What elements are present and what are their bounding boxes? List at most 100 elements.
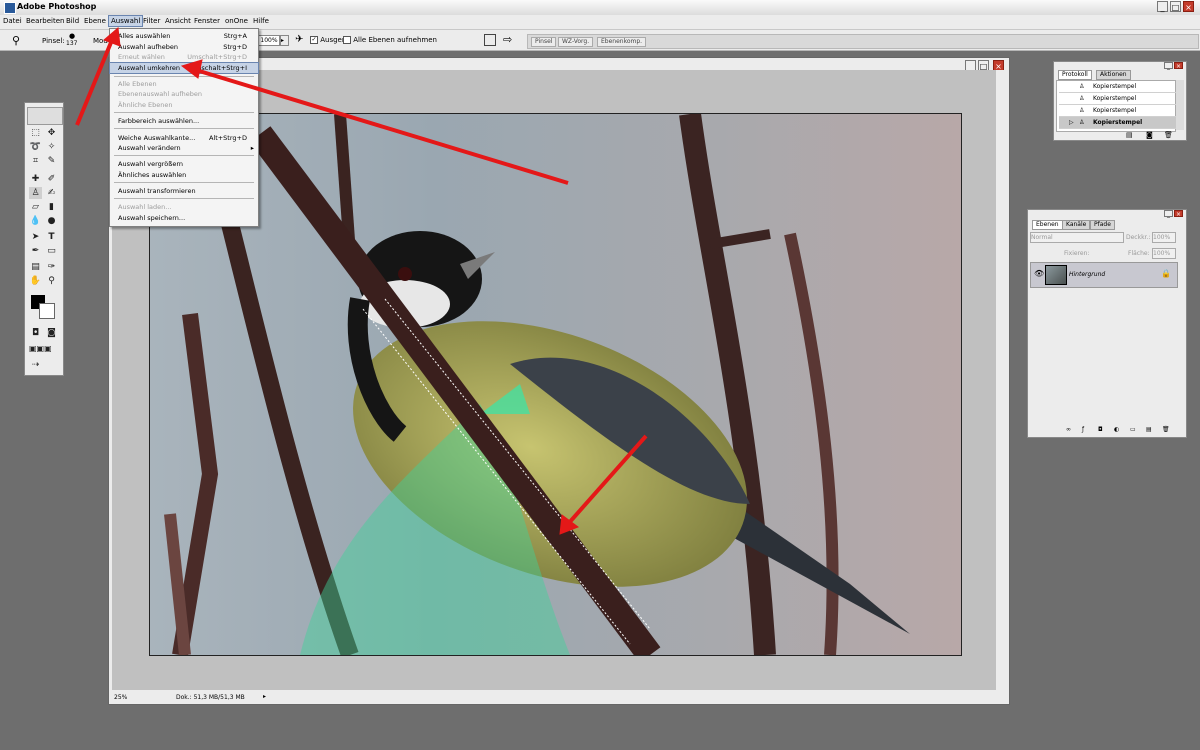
- lasso-tool-icon[interactable]: ➰: [29, 141, 42, 153]
- list-item[interactable]: ♙ Kopierstempel: [1059, 105, 1177, 117]
- magic-wand-icon[interactable]: ✧: [45, 141, 58, 153]
- status-arrow-icon[interactable]: ▸: [263, 693, 266, 700]
- all-layers-checkbox[interactable]: [343, 36, 351, 44]
- zoom-arrow-icon[interactable]: ▸: [280, 35, 289, 46]
- list-item[interactable]: ♙ Kopierstempel: [1059, 81, 1177, 93]
- background-color-swatch[interactable]: [39, 303, 55, 319]
- menu-fenster[interactable]: Fenster: [194, 17, 220, 25]
- notes-tool-icon[interactable]: ▤: [29, 261, 42, 273]
- tab-protokoll[interactable]: Protokoll: [1058, 70, 1092, 80]
- eyedropper-icon[interactable]: ✑: [45, 261, 58, 273]
- panel-minimize-icon[interactable]: _: [1164, 62, 1173, 70]
- list-item[interactable]: ▷ ♙ Kopierstempel: [1059, 117, 1177, 129]
- minimize-icon[interactable]: _: [1157, 1, 1168, 12]
- menu-item-auswahl-laden[interactable]: Auswahl laden...: [110, 202, 258, 212]
- bridge-icon[interactable]: ⇨: [503, 33, 512, 46]
- clone-stamp-tool-icon[interactable]: ♙: [29, 187, 42, 199]
- layer-style-icon[interactable]: ƒ: [1082, 426, 1084, 433]
- airbrush-icon[interactable]: ✈: [295, 34, 303, 45]
- menu-item-auswahl-umkehren[interactable]: Auswahl umkehren Umschalt+Strg+I: [109, 62, 259, 74]
- link-icon[interactable]: ∞: [1066, 426, 1071, 433]
- menu-item-erneut-waehlen[interactable]: Erneut wählen Umschalt+Strg+D: [110, 52, 258, 62]
- eraser-tool-icon[interactable]: ▱: [29, 201, 42, 213]
- menu-item-auswahl-aufheben[interactable]: Auswahl aufheben Strg+D: [110, 42, 258, 52]
- menu-ansicht[interactable]: Ansicht: [165, 17, 191, 25]
- marquee-tool-icon[interactable]: ⬚: [29, 127, 42, 139]
- layer-row[interactable]: 👁 Hintergrund 🔒: [1030, 262, 1178, 288]
- well-tab-pinsel[interactable]: Pinsel: [531, 37, 557, 47]
- menu-datei[interactable]: Datei: [3, 17, 22, 25]
- healing-brush-icon[interactable]: ✚: [29, 173, 42, 185]
- palette-toggle-icon[interactable]: [484, 34, 496, 46]
- maximize-icon[interactable]: □: [1170, 1, 1181, 12]
- menu-hilfe[interactable]: Hilfe: [253, 17, 269, 25]
- menu-item-alles-auswaehlen[interactable]: Alles auswählen Strg+A: [110, 31, 258, 41]
- menu-item-auswahl-transformieren[interactable]: Auswahl transformieren: [110, 186, 258, 196]
- tab-ebenen[interactable]: Ebenen: [1032, 220, 1063, 230]
- fill-field[interactable]: 100%: [1152, 248, 1176, 259]
- menu-item-ebenenauswahl-aufheben[interactable]: Ebenenauswahl aufheben: [110, 89, 258, 99]
- path-select-icon[interactable]: ➤: [29, 231, 42, 243]
- trash-icon[interactable]: 🗑: [1164, 131, 1173, 139]
- new-document-icon[interactable]: ▤: [1126, 131, 1133, 139]
- vertical-scrollbar[interactable]: [996, 70, 1006, 690]
- photo-canvas[interactable]: [149, 113, 962, 656]
- blend-mode-select[interactable]: Normal: [1030, 232, 1124, 243]
- well-tab-ebenenkomp[interactable]: Ebenenkomp.: [597, 37, 647, 47]
- jump-to-imageready-icon[interactable]: ⇢: [29, 359, 42, 371]
- tab-pfade[interactable]: Pfade: [1090, 220, 1115, 230]
- brush-tool-icon[interactable]: ✐: [45, 173, 58, 185]
- panel-close-icon[interactable]: ×: [1174, 62, 1183, 70]
- mask-icon[interactable]: ◘: [1098, 426, 1103, 433]
- clone-stamp-icon[interactable]: ⚲: [12, 34, 20, 47]
- menu-auswahl[interactable]: Auswahl: [108, 15, 144, 27]
- menu-bild[interactable]: Bild: [66, 17, 79, 25]
- opacity-field[interactable]: 100%: [1152, 232, 1176, 243]
- panel-close-icon[interactable]: ×: [1174, 210, 1183, 218]
- new-layer-icon[interactable]: ▤: [1146, 426, 1152, 433]
- menu-ebene[interactable]: Ebene: [84, 17, 106, 25]
- menu-item-farbbereich[interactable]: Farbbereich auswählen...: [110, 116, 258, 126]
- screen-mode-icon[interactable]: ▣▣▣: [29, 343, 52, 355]
- brush-preview-icon[interactable]: ●: [69, 32, 75, 40]
- zoom-field[interactable]: 100%: [258, 35, 280, 46]
- crop-tool-icon[interactable]: ⌗: [29, 155, 42, 167]
- standard-mode-icon[interactable]: ◘: [29, 327, 42, 339]
- aligned-checkbox[interactable]: ✓: [310, 36, 318, 44]
- history-scrollbar[interactable]: [1176, 80, 1184, 130]
- hand-tool-icon[interactable]: ✋: [29, 275, 42, 287]
- tab-aktionen[interactable]: Aktionen: [1096, 70, 1131, 80]
- type-tool-icon[interactable]: T: [45, 231, 58, 243]
- menu-item-alle-ebenen[interactable]: Alle Ebenen: [110, 79, 258, 89]
- pen-tool-icon[interactable]: ✒: [29, 245, 42, 257]
- gradient-tool-icon[interactable]: ▮: [45, 201, 58, 213]
- horizontal-scrollbar[interactable]: [270, 692, 996, 702]
- history-brush-icon[interactable]: ✍: [45, 187, 58, 199]
- trash-icon[interactable]: 🗑: [1162, 426, 1170, 433]
- adjustment-icon[interactable]: ◐: [1114, 426, 1119, 433]
- menu-item-aehnliche-ebenen[interactable]: Ähnliche Ebenen: [110, 100, 258, 110]
- menu-item-auswahl-speichern[interactable]: Auswahl speichern...: [110, 213, 258, 223]
- group-icon[interactable]: ▭: [1130, 426, 1136, 433]
- shape-tool-icon[interactable]: ▭: [45, 245, 58, 257]
- zoom-tool-icon[interactable]: ⚲: [45, 275, 58, 287]
- menu-item-auswahl-vergroessern[interactable]: Auswahl vergrößern: [110, 159, 258, 169]
- menu-bearbeiten[interactable]: Bearbeiten: [26, 17, 64, 25]
- dodge-tool-icon[interactable]: ●: [45, 215, 58, 227]
- list-item[interactable]: ♙ Kopierstempel: [1059, 93, 1177, 105]
- close-icon[interactable]: ×: [1183, 1, 1194, 12]
- eye-icon[interactable]: 👁: [1034, 269, 1044, 278]
- status-zoom[interactable]: 25%: [114, 694, 127, 701]
- menu-filter[interactable]: Filter: [143, 17, 160, 25]
- menu-item-auswahl-veraendern[interactable]: Auswahl verändern ▸: [110, 143, 258, 153]
- panel-minimize-icon[interactable]: _: [1164, 210, 1173, 218]
- menu-item-weiche-auswahlkante[interactable]: Weiche Auswahlkante... Alt+Strg+D: [110, 133, 258, 143]
- blur-tool-icon[interactable]: 💧: [29, 215, 42, 227]
- menu-onone[interactable]: onOne: [225, 17, 248, 25]
- tab-kanaele[interactable]: Kanäle: [1062, 220, 1091, 230]
- well-tab-wz-vorg[interactable]: WZ-Vorg.: [558, 37, 594, 47]
- quickmask-mode-icon[interactable]: ◙: [45, 327, 58, 339]
- snapshot-icon[interactable]: ◙: [1146, 131, 1153, 139]
- slice-tool-icon[interactable]: ✎: [45, 155, 58, 167]
- move-tool-icon[interactable]: ✥: [45, 127, 58, 139]
